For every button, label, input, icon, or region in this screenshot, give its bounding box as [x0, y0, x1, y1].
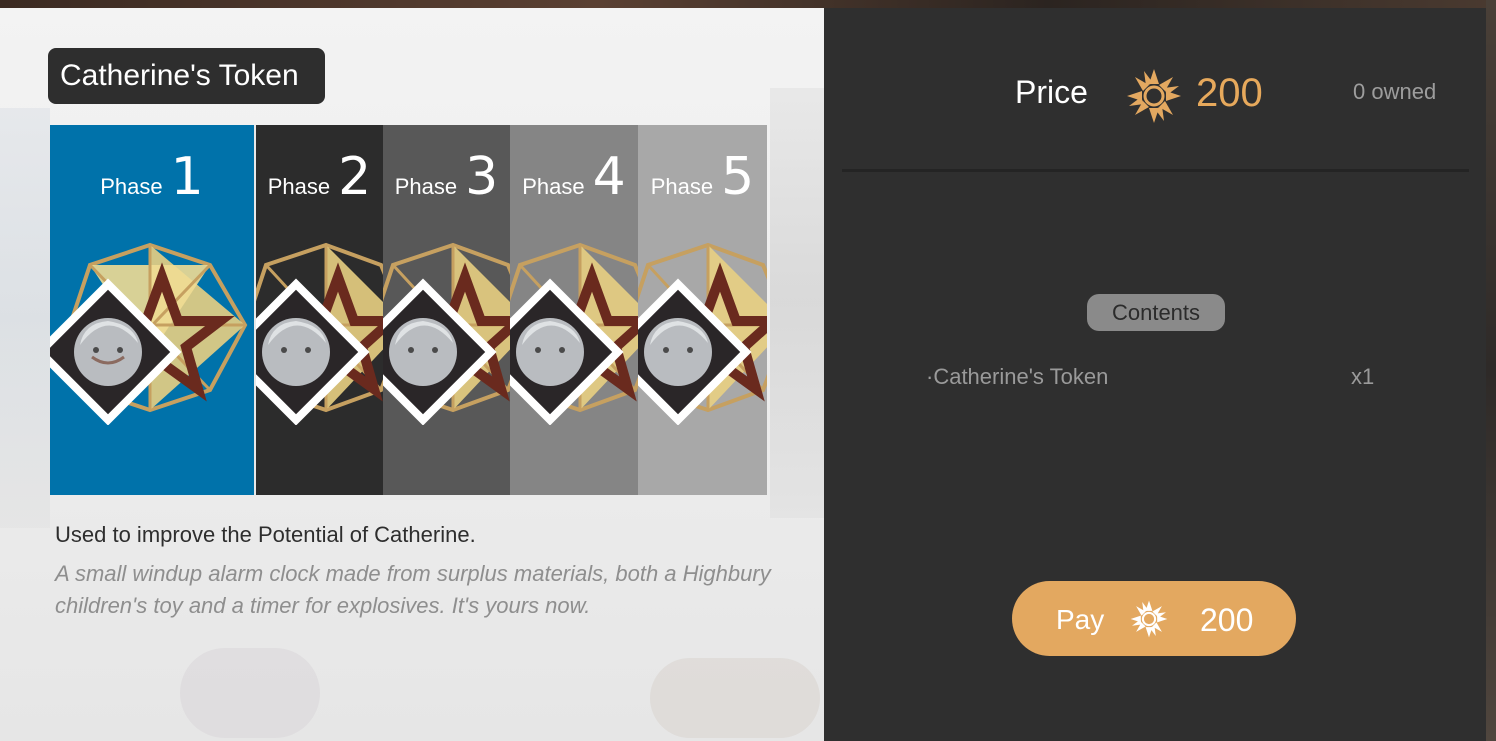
- phase-card-2: Phase 2: [256, 125, 383, 495]
- token-icon: [383, 242, 510, 425]
- contents-item-name: ·Catherine's Token: [926, 364, 1109, 389]
- phase-previews: Phase 1 Phase 2 Phase 3 Phase 4 Phase 5: [50, 125, 767, 495]
- pay-amount: 200: [1200, 602, 1254, 638]
- phase-label: Phase 3: [394, 147, 499, 207]
- sun-currency-icon: [1127, 69, 1181, 123]
- phase-card-3: Phase 3: [383, 125, 510, 495]
- purchase-panel: Price 200 0 owned Contents ·Catherine's …: [824, 8, 1486, 741]
- phase-label: Phase 2: [267, 147, 372, 207]
- divider: [842, 169, 1469, 172]
- contents-label: Contents: [1087, 294, 1225, 331]
- token-icon: [50, 242, 248, 425]
- pay-label: Pay: [1056, 604, 1105, 635]
- phase-card-5: Phase 5: [638, 125, 767, 495]
- phase-card-1: Phase 1: [50, 125, 256, 495]
- item-description: Used to improve the Potential of Catheri…: [55, 522, 476, 547]
- price-value: 200: [1196, 71, 1263, 115]
- item-detail-panel: Catherine's Token Phase 1 Phase 2 Phase …: [0, 8, 824, 741]
- sun-currency-icon: [1130, 600, 1168, 638]
- phase-card-4: Phase 4: [510, 125, 638, 495]
- price-label: Price: [1015, 74, 1088, 110]
- contents-item-qty: x1: [1351, 364, 1375, 389]
- background-blur: [0, 108, 50, 528]
- pay-button[interactable]: Pay 200: [1012, 581, 1296, 656]
- background-blur: [180, 648, 320, 738]
- owned-count: 0 owned: [1353, 79, 1437, 104]
- phase-label: Phase 1: [100, 147, 204, 207]
- token-icon: [510, 242, 638, 425]
- phase-label: Phase 5: [650, 147, 755, 207]
- item-title: Catherine's Token: [48, 48, 325, 104]
- item-flavor-text: A small windup alarm clock made from sur…: [55, 561, 771, 618]
- background-blur: [650, 658, 820, 738]
- background-blur: [770, 88, 824, 518]
- phase-label: Phase 4: [522, 147, 626, 207]
- top-background-strip: [0, 0, 1496, 8]
- token-icon: [256, 242, 383, 425]
- token-icon: [638, 242, 767, 425]
- background-edge: [1486, 0, 1496, 741]
